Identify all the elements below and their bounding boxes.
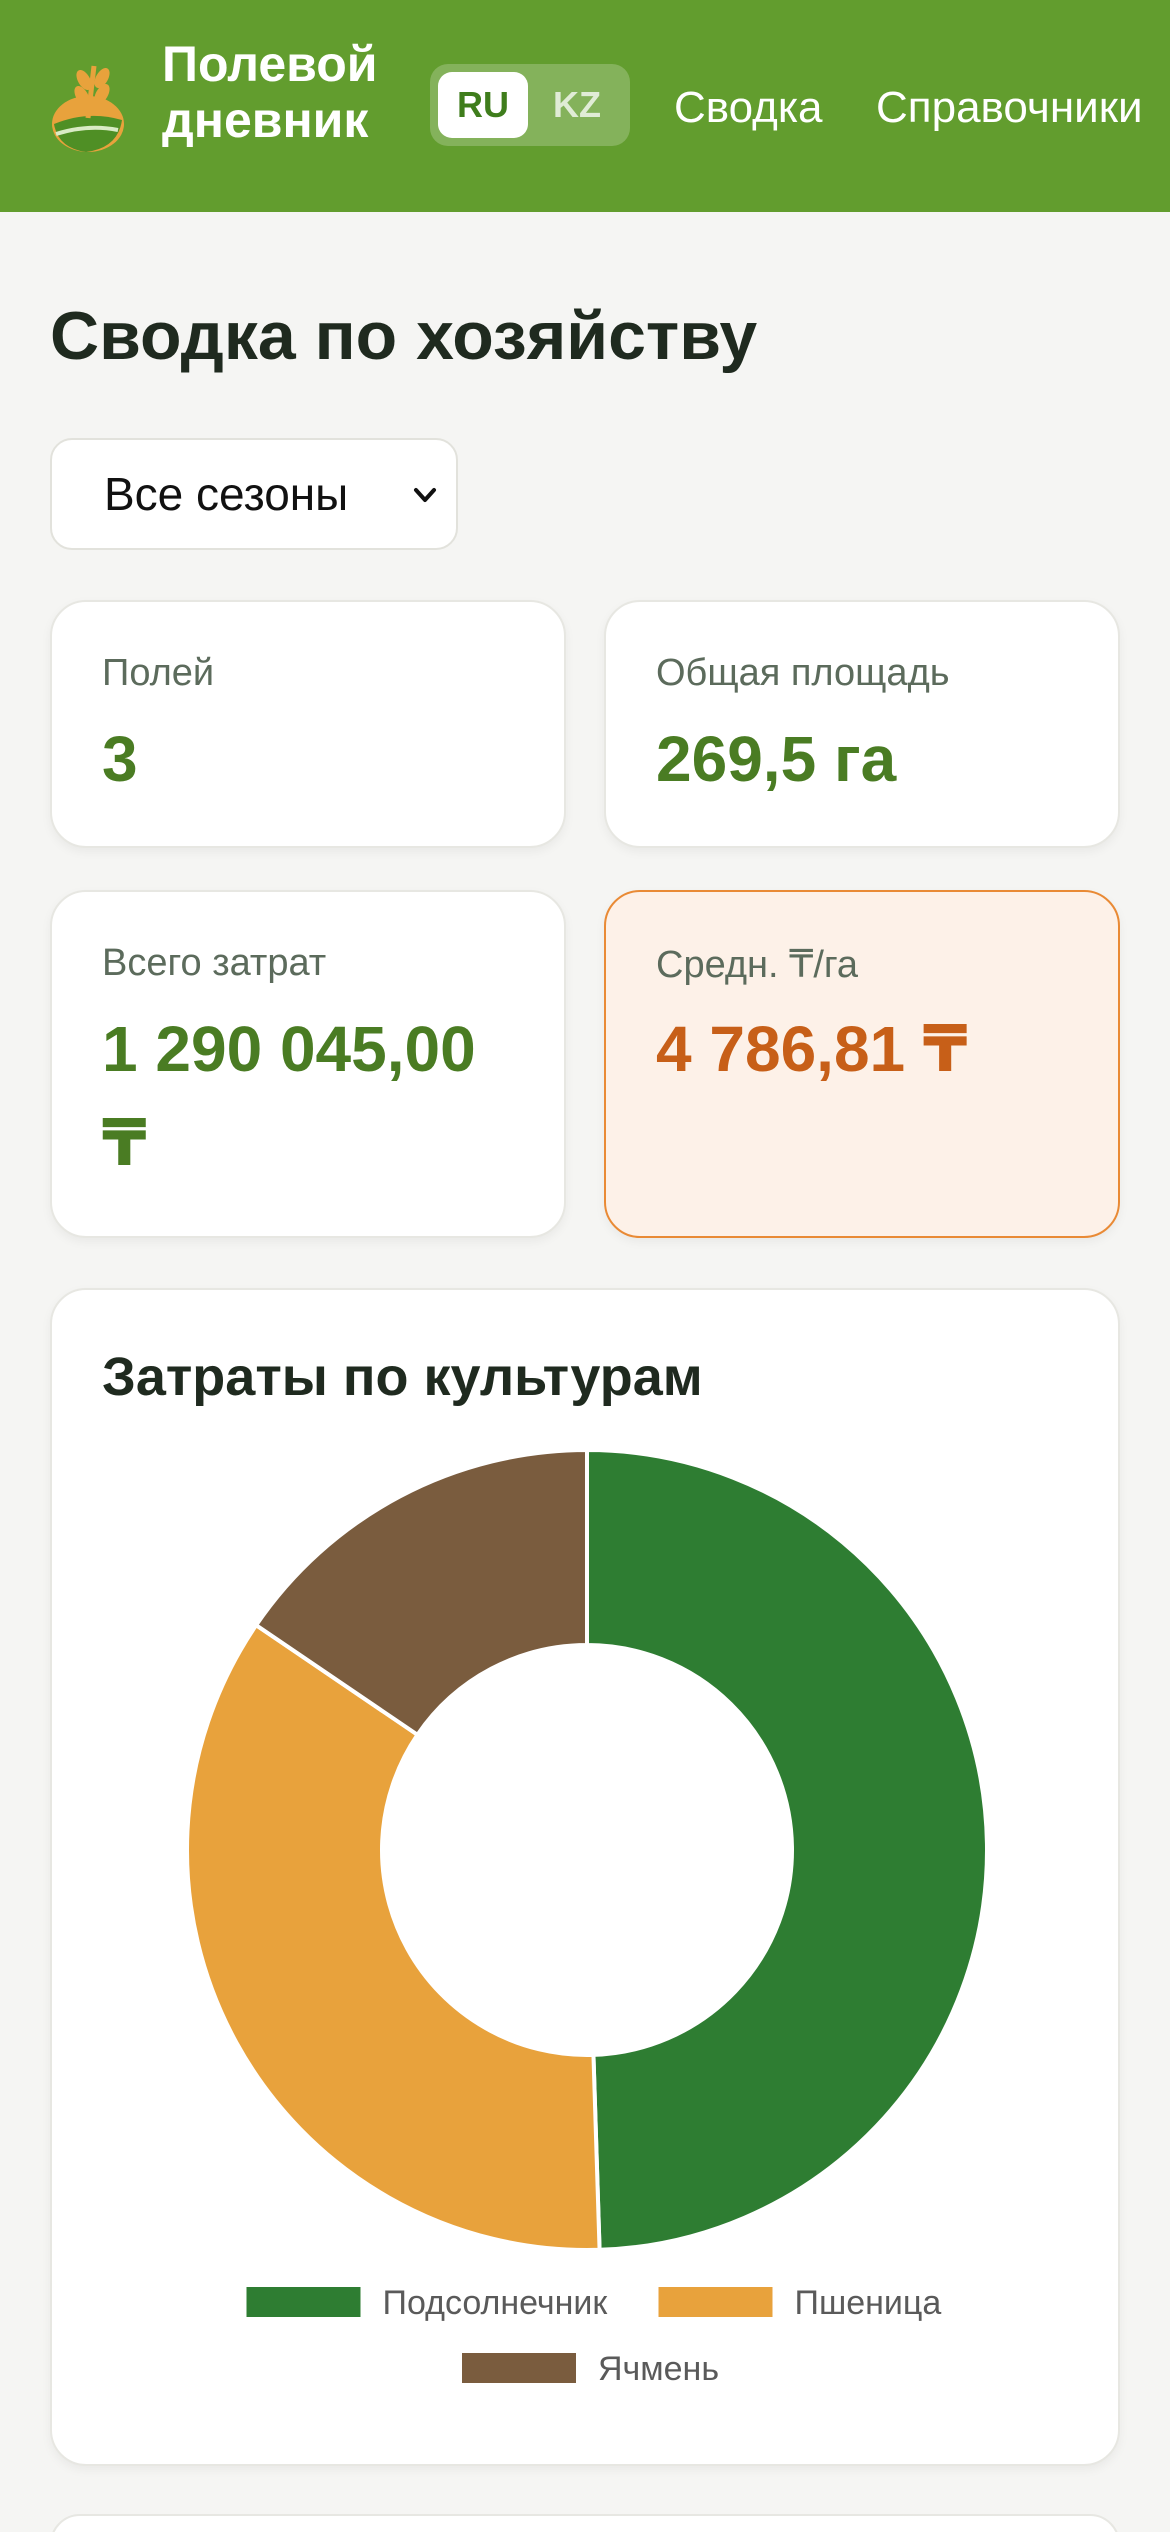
season-select[interactable]: Все сезоны xyxy=(50,438,458,550)
stat-card-area: Общая площадь 269,5 га xyxy=(604,600,1120,848)
stat-label: Полей xyxy=(102,652,215,694)
language-switch: RU KZ xyxy=(430,64,630,146)
next-card xyxy=(50,2514,1120,2532)
legend-label[interactable]: Пшеница xyxy=(795,2284,942,2322)
lang-kz-button[interactable]: KZ xyxy=(532,72,622,138)
nav-summary-link[interactable]: Сводка xyxy=(674,82,823,134)
season-select-value: Все сезоны xyxy=(104,468,349,520)
app-brand[interactable]: Полевой дневник xyxy=(162,36,402,148)
stat-label: Всего затрат xyxy=(102,942,327,984)
wheat-field-logo-icon[interactable] xyxy=(48,58,136,154)
stat-label: Общая площадь xyxy=(656,652,950,694)
legend-label[interactable]: Ячмень xyxy=(598,2350,719,2388)
donut-slice-1[interactable] xyxy=(585,1447,990,2252)
chart-card-costs-by-crop: Затраты по культурам Подсолнечник Пшеница… xyxy=(50,1288,1120,2466)
stat-value: 4 786,81 ₸ xyxy=(656,1013,968,1085)
lang-ru-button[interactable]: RU xyxy=(438,72,528,138)
stat-card-average-per-ha: Средн. ₸/га 4 786,81 ₸ xyxy=(604,890,1120,1238)
stat-card-total-costs: Всего затрат 1 290 045,00 ₸ xyxy=(50,890,566,1238)
chevron-down-icon xyxy=(414,488,436,502)
legend-swatch[interactable] xyxy=(658,2287,773,2317)
legend-swatch[interactable] xyxy=(246,2287,361,2317)
stat-label: Средн. ₸/га xyxy=(656,944,859,986)
donut-chart: Подсолнечник Пшеница Ячмень xyxy=(185,1447,990,2388)
legend-swatch[interactable] xyxy=(462,2353,576,2383)
stat-value: 1 290 045,00 ₸ xyxy=(102,1013,476,1179)
stat-card-fields: Полей 3 xyxy=(50,600,566,848)
legend-label[interactable]: Подсолнечник xyxy=(383,2284,609,2322)
stat-value: 269,5 га xyxy=(656,723,897,795)
stat-value: 3 xyxy=(102,723,138,795)
nav-references-link[interactable]: Справочники xyxy=(876,82,1143,134)
app-header: Полевой дневник RU KZ Сводка Справочники xyxy=(0,0,1170,212)
page-title: Сводка по хозяйству xyxy=(50,298,758,374)
